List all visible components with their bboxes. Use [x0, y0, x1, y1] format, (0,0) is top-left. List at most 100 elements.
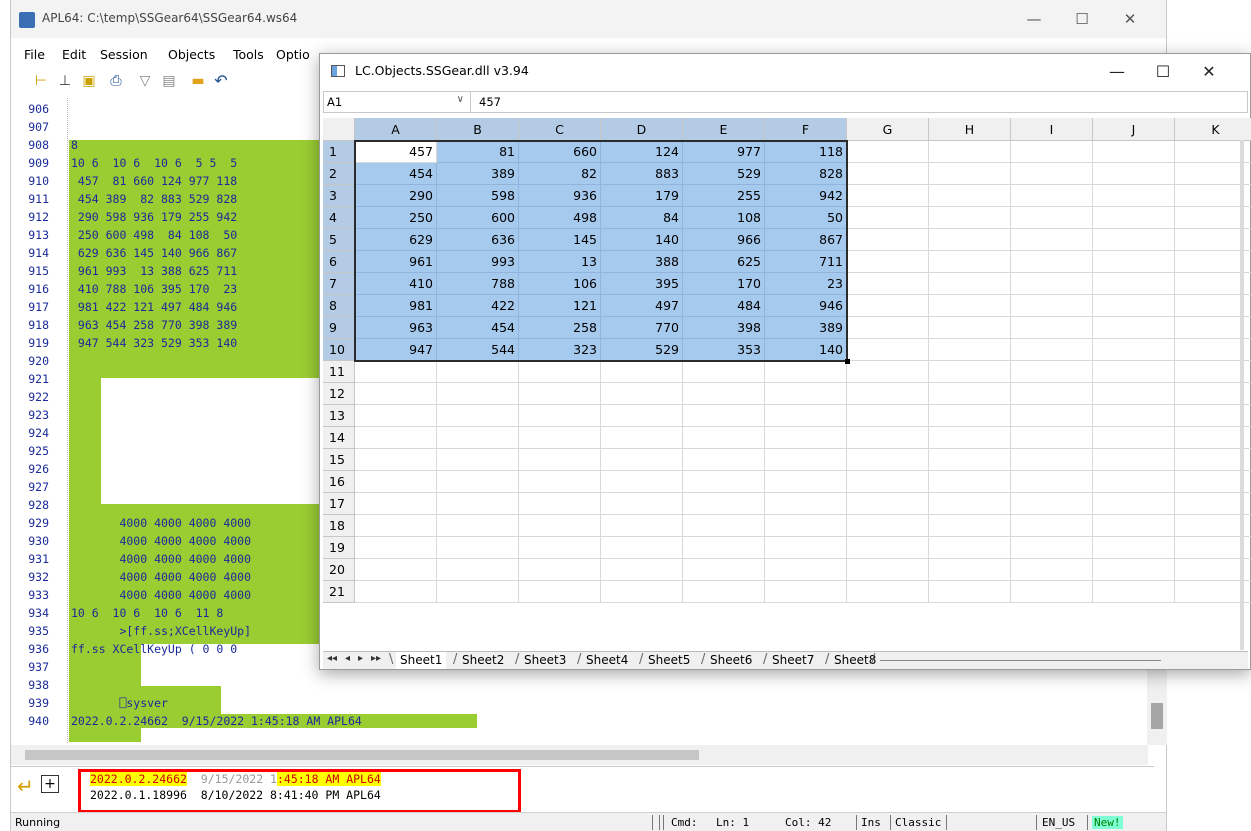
grid-cell[interactable]: 770: [601, 317, 683, 339]
grid-cell[interactable]: 484: [683, 295, 765, 317]
grid-cell[interactable]: [437, 515, 519, 537]
row-header-4[interactable]: 4: [323, 207, 355, 229]
grid-cell[interactable]: 250: [355, 207, 437, 229]
grid-cell[interactable]: 398: [683, 317, 765, 339]
grid-cell[interactable]: [519, 427, 601, 449]
row-header-15[interactable]: 15: [323, 449, 355, 471]
menu-session[interactable]: Session: [100, 47, 148, 62]
grid-cell[interactable]: 118: [765, 141, 847, 163]
grid-cell[interactable]: [765, 361, 847, 383]
grid-vertical-scrollbar[interactable]: [1240, 140, 1244, 650]
row-header-2[interactable]: 2: [323, 163, 355, 185]
row-header-21[interactable]: 21: [323, 581, 355, 603]
grid-cell[interactable]: [683, 405, 765, 427]
grid-cell[interactable]: 255: [683, 185, 765, 207]
grid-cell[interactable]: [929, 273, 1011, 295]
grid-cell[interactable]: [601, 427, 683, 449]
name-box[interactable]: A1 ∨: [324, 92, 471, 112]
grid-cell[interactable]: [1093, 515, 1175, 537]
grid-cell[interactable]: [1093, 581, 1175, 603]
grid-cell[interactable]: [437, 383, 519, 405]
row-header-16[interactable]: 16: [323, 471, 355, 493]
grid-cell[interactable]: 290: [355, 185, 437, 207]
grid-cell[interactable]: [847, 251, 929, 273]
grid-cell[interactable]: [847, 581, 929, 603]
grid-cell[interactable]: [1093, 207, 1175, 229]
first-sheet-button[interactable]: ◂◂: [327, 653, 337, 664]
grid-cell[interactable]: [765, 405, 847, 427]
grid-cell[interactable]: [519, 537, 601, 559]
grid-cell[interactable]: [847, 273, 929, 295]
grid-cell[interactable]: 963: [355, 317, 437, 339]
grid-cell[interactable]: [1093, 383, 1175, 405]
grid-cell[interactable]: [601, 559, 683, 581]
grid-cell[interactable]: [929, 207, 1011, 229]
menu-edit[interactable]: Edit: [62, 47, 86, 62]
grid-cell[interactable]: 961: [355, 251, 437, 273]
grid-cell[interactable]: 600: [437, 207, 519, 229]
grid-cell[interactable]: [1093, 185, 1175, 207]
menu-tools[interactable]: Tools: [233, 47, 264, 62]
grid-cell[interactable]: [1011, 273, 1093, 295]
grid-cell[interactable]: [355, 427, 437, 449]
grid-cell[interactable]: 170: [683, 273, 765, 295]
grid-cell[interactable]: [1011, 229, 1093, 251]
expand-icon[interactable]: +: [41, 775, 59, 793]
fill-handle[interactable]: [845, 359, 850, 364]
grid-cell[interactable]: [929, 339, 1011, 361]
grid-cell[interactable]: 660: [519, 141, 601, 163]
prev-sheet-button[interactable]: ◂: [345, 653, 350, 664]
grid-cell[interactable]: [1011, 141, 1093, 163]
grid-cell[interactable]: [847, 383, 929, 405]
grid-cell[interactable]: 981: [355, 295, 437, 317]
tab-sheet3[interactable]: Sheet3: [520, 652, 570, 669]
grid-cell[interactable]: [1011, 317, 1093, 339]
grid-cell[interactable]: [1093, 493, 1175, 515]
grid-cell[interactable]: [847, 361, 929, 383]
grid-cell[interactable]: 23: [765, 273, 847, 295]
grid-cell[interactable]: [355, 493, 437, 515]
enter-arrow-icon[interactable]: ↵: [17, 775, 39, 797]
grid-cell[interactable]: [437, 405, 519, 427]
tab-sheet7[interactable]: Sheet7: [768, 652, 818, 669]
row-header-7[interactable]: 7: [323, 273, 355, 295]
grid-cell[interactable]: 81: [437, 141, 519, 163]
grid-cell[interactable]: [929, 449, 1011, 471]
column-header-e[interactable]: E: [683, 118, 765, 141]
tab-sheet5[interactable]: Sheet5: [644, 652, 694, 669]
menu-objects[interactable]: Objects: [168, 47, 215, 62]
tab-sheet6[interactable]: Sheet6: [706, 652, 756, 669]
row-header-3[interactable]: 3: [323, 185, 355, 207]
grid-cell[interactable]: 395: [601, 273, 683, 295]
grid-cell[interactable]: [1093, 295, 1175, 317]
column-header-b[interactable]: B: [437, 118, 519, 141]
grid-cell[interactable]: [1011, 383, 1093, 405]
grid-cell[interactable]: [355, 471, 437, 493]
grid-cell[interactable]: 788: [437, 273, 519, 295]
grid-cell[interactable]: [847, 493, 929, 515]
new-badge[interactable]: New!: [1092, 816, 1123, 829]
grid-cell[interactable]: [519, 493, 601, 515]
grid-cell[interactable]: 140: [601, 229, 683, 251]
grid-cell[interactable]: [1011, 471, 1093, 493]
grid-cell[interactable]: [1011, 405, 1093, 427]
grid-cell[interactable]: [929, 427, 1011, 449]
grid-cell[interactable]: [765, 537, 847, 559]
grid-cell[interactable]: [437, 361, 519, 383]
grid-cell[interactable]: 108: [683, 207, 765, 229]
last-sheet-button[interactable]: ▸▸: [371, 653, 381, 664]
grid-cell[interactable]: 883: [601, 163, 683, 185]
grid-cell[interactable]: 828: [765, 163, 847, 185]
grid-cell[interactable]: [847, 559, 929, 581]
grid-cell[interactable]: 50: [765, 207, 847, 229]
grid-cell[interactable]: 498: [519, 207, 601, 229]
row-header-10[interactable]: 10: [323, 339, 355, 361]
grid-cell[interactable]: 936: [519, 185, 601, 207]
grid-cell[interactable]: [683, 383, 765, 405]
grid-cell[interactable]: [1093, 229, 1175, 251]
grid-cell[interactable]: 544: [437, 339, 519, 361]
grid-cell[interactable]: 946: [765, 295, 847, 317]
row-header-14[interactable]: 14: [323, 427, 355, 449]
grid-cell[interactable]: [847, 339, 929, 361]
grid-cell[interactable]: [1093, 317, 1175, 339]
